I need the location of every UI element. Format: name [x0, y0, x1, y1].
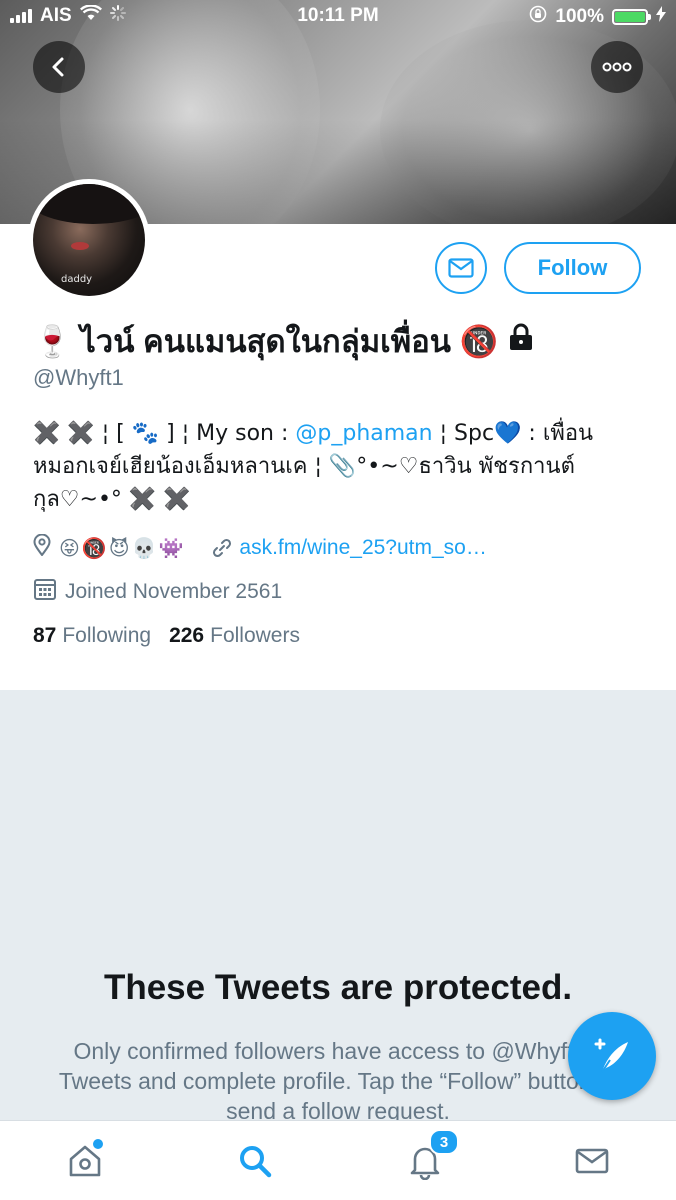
envelope-icon — [448, 258, 474, 278]
tab-notifications[interactable]: 3 — [403, 1129, 459, 1183]
battery-icon — [612, 9, 651, 25]
profile-location: 😝🔞😈💀👾 — [59, 536, 186, 560]
display-name: 🍷 ไวน์ คนแมนสุดในกลุ่มเพื่อน 🔞 — [33, 316, 534, 366]
tab-search[interactable] — [233, 1139, 277, 1183]
profile-website-link[interactable]: ask.fm/wine_25?utm_so… — [211, 536, 487, 560]
home-unread-dot — [91, 1137, 105, 1151]
lock-icon — [508, 323, 534, 359]
back-button[interactable] — [33, 41, 85, 93]
profile-bio: ✖️ ✖️ ¦ [ 🐾 ] ¦ My son : @p_phaman ¦ Spc… — [33, 417, 643, 516]
profile-website-url: ask.fm/wine_25?utm_so… — [239, 536, 487, 559]
joined-date-row: Joined November 2561 — [33, 577, 282, 607]
more-options-button[interactable] — [591, 41, 643, 93]
protected-description: Only confirmed followers have access to … — [58, 1038, 618, 1124]
avatar-photo: daddy — [33, 184, 145, 296]
avatar-caption: daddy — [61, 274, 93, 285]
display-name-text: 🍷 ไวน์ คนแมนสุดในกลุ่มเพื่อน 🔞 — [33, 324, 499, 359]
following-link[interactable]: 87 Following — [33, 624, 151, 648]
charging-bolt-icon — [656, 6, 666, 28]
follow-stats: 87 Following 226 Followers — [33, 624, 300, 648]
profile-meta-row: 😝🔞😈💀👾 ask.fm/wine_25?utm_so… — [33, 533, 487, 562]
followers-count: 226 — [169, 624, 205, 647]
followers-link[interactable]: 226 Followers — [169, 624, 300, 648]
profile-avatar[interactable]: daddy — [28, 179, 150, 301]
compose-tweet-button[interactable] — [568, 1012, 656, 1100]
tab-home[interactable] — [63, 1137, 107, 1183]
follow-button[interactable]: Follow — [504, 242, 641, 294]
following-count: 87 — [33, 624, 57, 647]
compose-feather-icon — [594, 1038, 628, 1073]
mail-icon — [575, 1148, 609, 1174]
battery-percent: 100% — [555, 6, 604, 27]
profile-handle: @Whyft1 — [33, 365, 124, 390]
orientation-lock-icon — [529, 5, 547, 29]
status-bar: AIS 10:11 PM 100% — [0, 0, 676, 34]
bio-mention-link[interactable]: @p_phaman — [295, 421, 432, 446]
followers-label: Followers — [210, 624, 300, 647]
protected-title: These Tweets are protected. — [103, 968, 573, 1007]
battery-fill — [615, 12, 645, 22]
location-pin-icon — [33, 533, 51, 562]
more-horizontal-icon — [602, 62, 632, 72]
notifications-badge: 3 — [429, 1129, 459, 1155]
search-icon — [240, 1146, 272, 1178]
bio-text: ✖️ ✖️ ¦ [ 🐾 ] ¦ My son : — [33, 421, 296, 446]
chevron-left-icon — [52, 57, 64, 77]
following-label: Following — [62, 624, 152, 647]
tab-messages[interactable] — [570, 1139, 614, 1183]
link-icon — [213, 538, 232, 558]
joined-date: Joined November 2561 — [65, 580, 283, 603]
calendar-icon — [33, 577, 57, 607]
message-button[interactable] — [435, 242, 487, 294]
bottom-tab-bar: 3 — [0, 1120, 676, 1200]
